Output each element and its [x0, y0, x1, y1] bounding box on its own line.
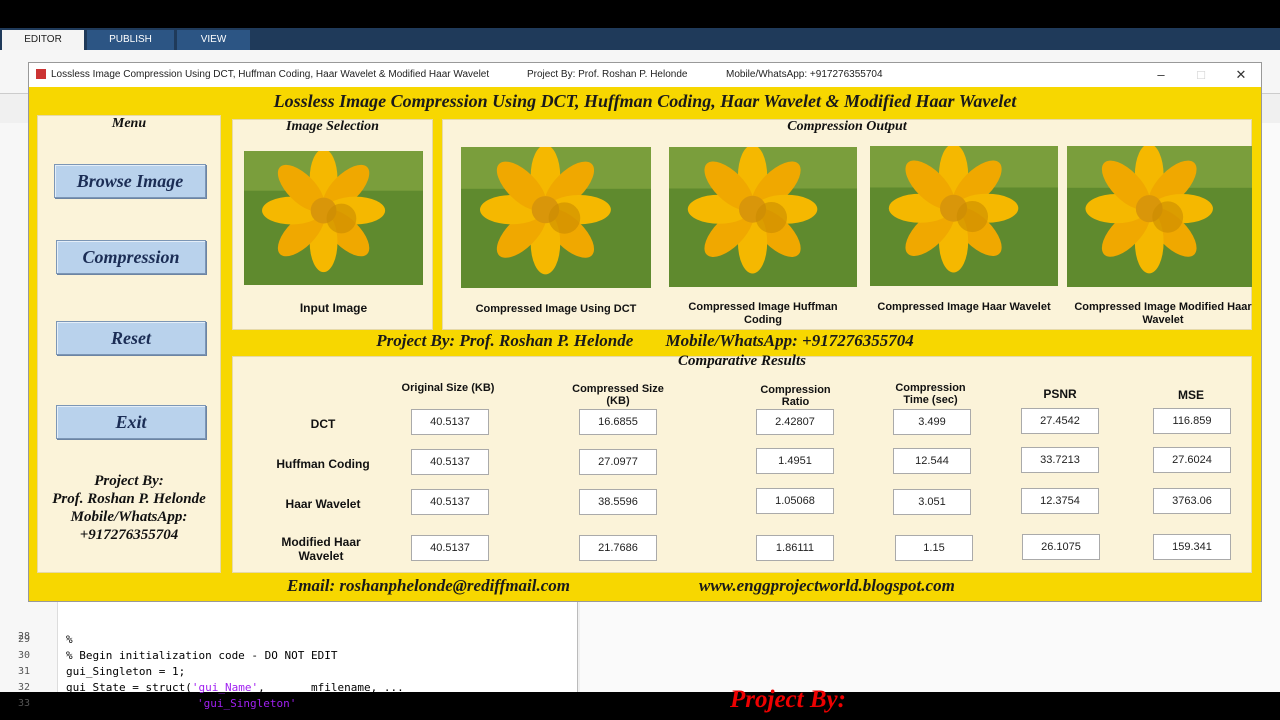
column-header: Compression Time (sec) — [895, 382, 966, 406]
haar-output-image — [870, 146, 1058, 286]
menu-credit-line: Prof. Roshan P. Helonde — [52, 491, 206, 507]
modified-haar-psnr-field[interactable]: 26.1075 — [1022, 534, 1100, 560]
haar-caption: Compressed Image Haar Wavelet — [877, 301, 1051, 313]
compression-output-panel: Compression Output Compressed Image Usin… — [442, 119, 1252, 330]
modified-haar-output-image — [1067, 146, 1252, 287]
code-token: gui_State = struct( — [66, 681, 192, 694]
huffman-caption: Compressed Image Huffman Coding — [688, 301, 838, 326]
window-project-by: Project By: Prof. Roshan P. Helonde — [527, 69, 688, 80]
mobile-label: Mobile/WhatsApp: +917276355704 — [665, 331, 914, 350]
project-watermark: Project By: — [730, 686, 846, 713]
modified-haar-compressed-size-field[interactable]: 21.7686 — [579, 535, 657, 561]
code-line: gui_State = struct('gui_Name', mfilename… — [66, 681, 404, 694]
compression-output-title: Compression Output — [787, 119, 907, 134]
code-line: % Begin initialization code - DO NOT EDI… — [66, 649, 338, 662]
column-header: Compression Ratio — [760, 384, 831, 408]
image-selection-title: Image Selection — [286, 119, 379, 134]
dct-psnr-field[interactable]: 27.4542 — [1021, 408, 1099, 434]
exit-button[interactable]: Exit — [56, 405, 206, 439]
code-string: 'gui_Singleton' — [197, 697, 297, 710]
tab-view[interactable]: VIEW — [177, 30, 250, 50]
huffman-original-size-field[interactable]: 40.5137 — [411, 449, 489, 475]
code-token: , gui_Singleton, ... — [296, 697, 436, 710]
window-title: Lossless Image Compression Using DCT, Hu… — [51, 69, 490, 80]
line-number: 31 — [17, 666, 30, 677]
matlab-ribbon-tabs: EDITOR PUBLISH VIEW — [0, 28, 1280, 50]
gui-window: Lossless Image Compression Using DCT, Hu… — [28, 62, 1262, 602]
line-number: 29 — [17, 634, 30, 645]
modified-haar-mse-field[interactable]: 159.341 — [1153, 534, 1231, 560]
haar-compressed-size-field[interactable]: 38.5596 — [579, 489, 657, 515]
dct-mse-field[interactable]: 116.859 — [1153, 408, 1231, 434]
huffman-psnr-field[interactable]: 33.7213 — [1021, 447, 1099, 473]
menu-credit-line: Mobile/WhatsApp: — [70, 509, 188, 525]
tab-publish[interactable]: PUBLISH — [87, 30, 174, 50]
row-label-modified-haar: Modified Haar Wavelet — [281, 535, 361, 563]
haar-original-size-field[interactable]: 40.5137 — [411, 489, 489, 515]
minimize-button[interactable]: – — [1142, 64, 1180, 86]
tab-editor[interactable]: EDITOR — [2, 30, 84, 50]
dct-original-size-field[interactable]: 40.5137 — [411, 409, 489, 435]
project-info-band: Project By: Prof. Roshan P. Helonde Mobi… — [29, 331, 1261, 351]
image-selection-panel: Image Selection Input Image — [232, 119, 433, 330]
huffman-ratio-field[interactable]: 1.4951 — [756, 448, 834, 474]
screen: EDITOR PUBLISH VIEW 28 29 30 31 32 33 % … — [0, 0, 1280, 720]
modified-haar-caption: Compressed Image Modified Haar Wavelet — [1074, 301, 1252, 326]
input-image-caption: Input Image — [299, 301, 368, 315]
flower-image — [669, 147, 857, 287]
column-header: MSE — [1177, 388, 1204, 402]
code-string: 'gui_Name' — [191, 681, 259, 694]
modified-haar-original-size-field[interactable]: 40.5137 — [411, 535, 489, 561]
row-label-dct: DCT — [310, 417, 336, 431]
code-line: % — [66, 633, 73, 646]
window-titlebar[interactable]: Lossless Image Compression Using DCT, Hu… — [29, 63, 1261, 87]
dct-output-image — [461, 147, 651, 288]
menu-credit-line: Project By: — [94, 473, 164, 489]
line-number: 32 — [17, 682, 30, 693]
column-header: Original Size (KB) — [401, 382, 495, 394]
haar-time-field[interactable]: 3.051 — [893, 489, 971, 515]
matlab-app-icon — [36, 69, 46, 79]
line-number: 33 — [17, 698, 30, 709]
dct-time-field[interactable]: 3.499 — [893, 409, 971, 435]
flower-image — [244, 151, 423, 285]
huffman-output-image — [669, 147, 857, 287]
flower-image — [870, 146, 1058, 286]
huffman-time-field[interactable]: 12.544 — [893, 448, 971, 474]
footer-website[interactable]: www.enggprojectworld.blogspot.com — [699, 576, 955, 596]
dct-ratio-field[interactable]: 2.42807 — [756, 409, 834, 435]
line-number: 30 — [17, 650, 30, 661]
modified-haar-ratio-field[interactable]: 1.86111 — [756, 535, 834, 561]
column-header: Compressed Size (KB) — [572, 383, 664, 407]
row-label-huffman: Huffman Coding — [276, 457, 370, 471]
project-by-label: Project By: Prof. Roshan P. Helonde — [376, 331, 634, 350]
row-label-haar: Haar Wavelet — [285, 497, 361, 511]
dct-compressed-size-field[interactable]: 16.6855 — [579, 409, 657, 435]
haar-ratio-field[interactable]: 1.05068 — [756, 488, 834, 514]
footer-email: Email: roshanphelonde@rediffmail.com — [287, 576, 571, 595]
flower-image — [1067, 146, 1252, 287]
code-token: , mfilename, ... — [258, 681, 404, 694]
compression-button[interactable]: Compression — [56, 240, 206, 274]
column-header: PSNR — [1043, 387, 1077, 401]
haar-mse-field[interactable]: 3763.06 — [1153, 488, 1231, 514]
browse-image-button[interactable]: Browse Image — [54, 164, 206, 198]
menu-title: Menu — [111, 116, 147, 131]
code-line: gui_Singleton = 1; — [66, 665, 186, 678]
maximize-button[interactable]: □ — [1182, 64, 1220, 86]
page-title: Lossless Image Compression Using DCT, Hu… — [273, 91, 1017, 111]
comparative-results-panel: Comparative Results Original Size (KB) C… — [232, 353, 1252, 573]
huffman-mse-field[interactable]: 27.6024 — [1153, 447, 1231, 473]
close-button[interactable]: ✕ — [1222, 64, 1260, 86]
dct-caption: Compressed Image Using DCT — [475, 303, 637, 315]
huffman-compressed-size-field[interactable]: 27.0977 — [579, 449, 657, 475]
window-mobile: Mobile/WhatsApp: +917276355704 — [726, 69, 883, 80]
haar-psnr-field[interactable]: 12.3754 — [1021, 488, 1099, 514]
input-image — [244, 151, 423, 285]
code-line: 'gui_Singleton', gui_Singleton, ... — [66, 697, 435, 710]
flower-image — [461, 147, 651, 288]
comparative-results-title: Comparative Results — [678, 353, 806, 369]
modified-haar-time-field[interactable]: 1.15 — [895, 535, 973, 561]
menu-credit-line: +917276355704 — [79, 527, 179, 543]
